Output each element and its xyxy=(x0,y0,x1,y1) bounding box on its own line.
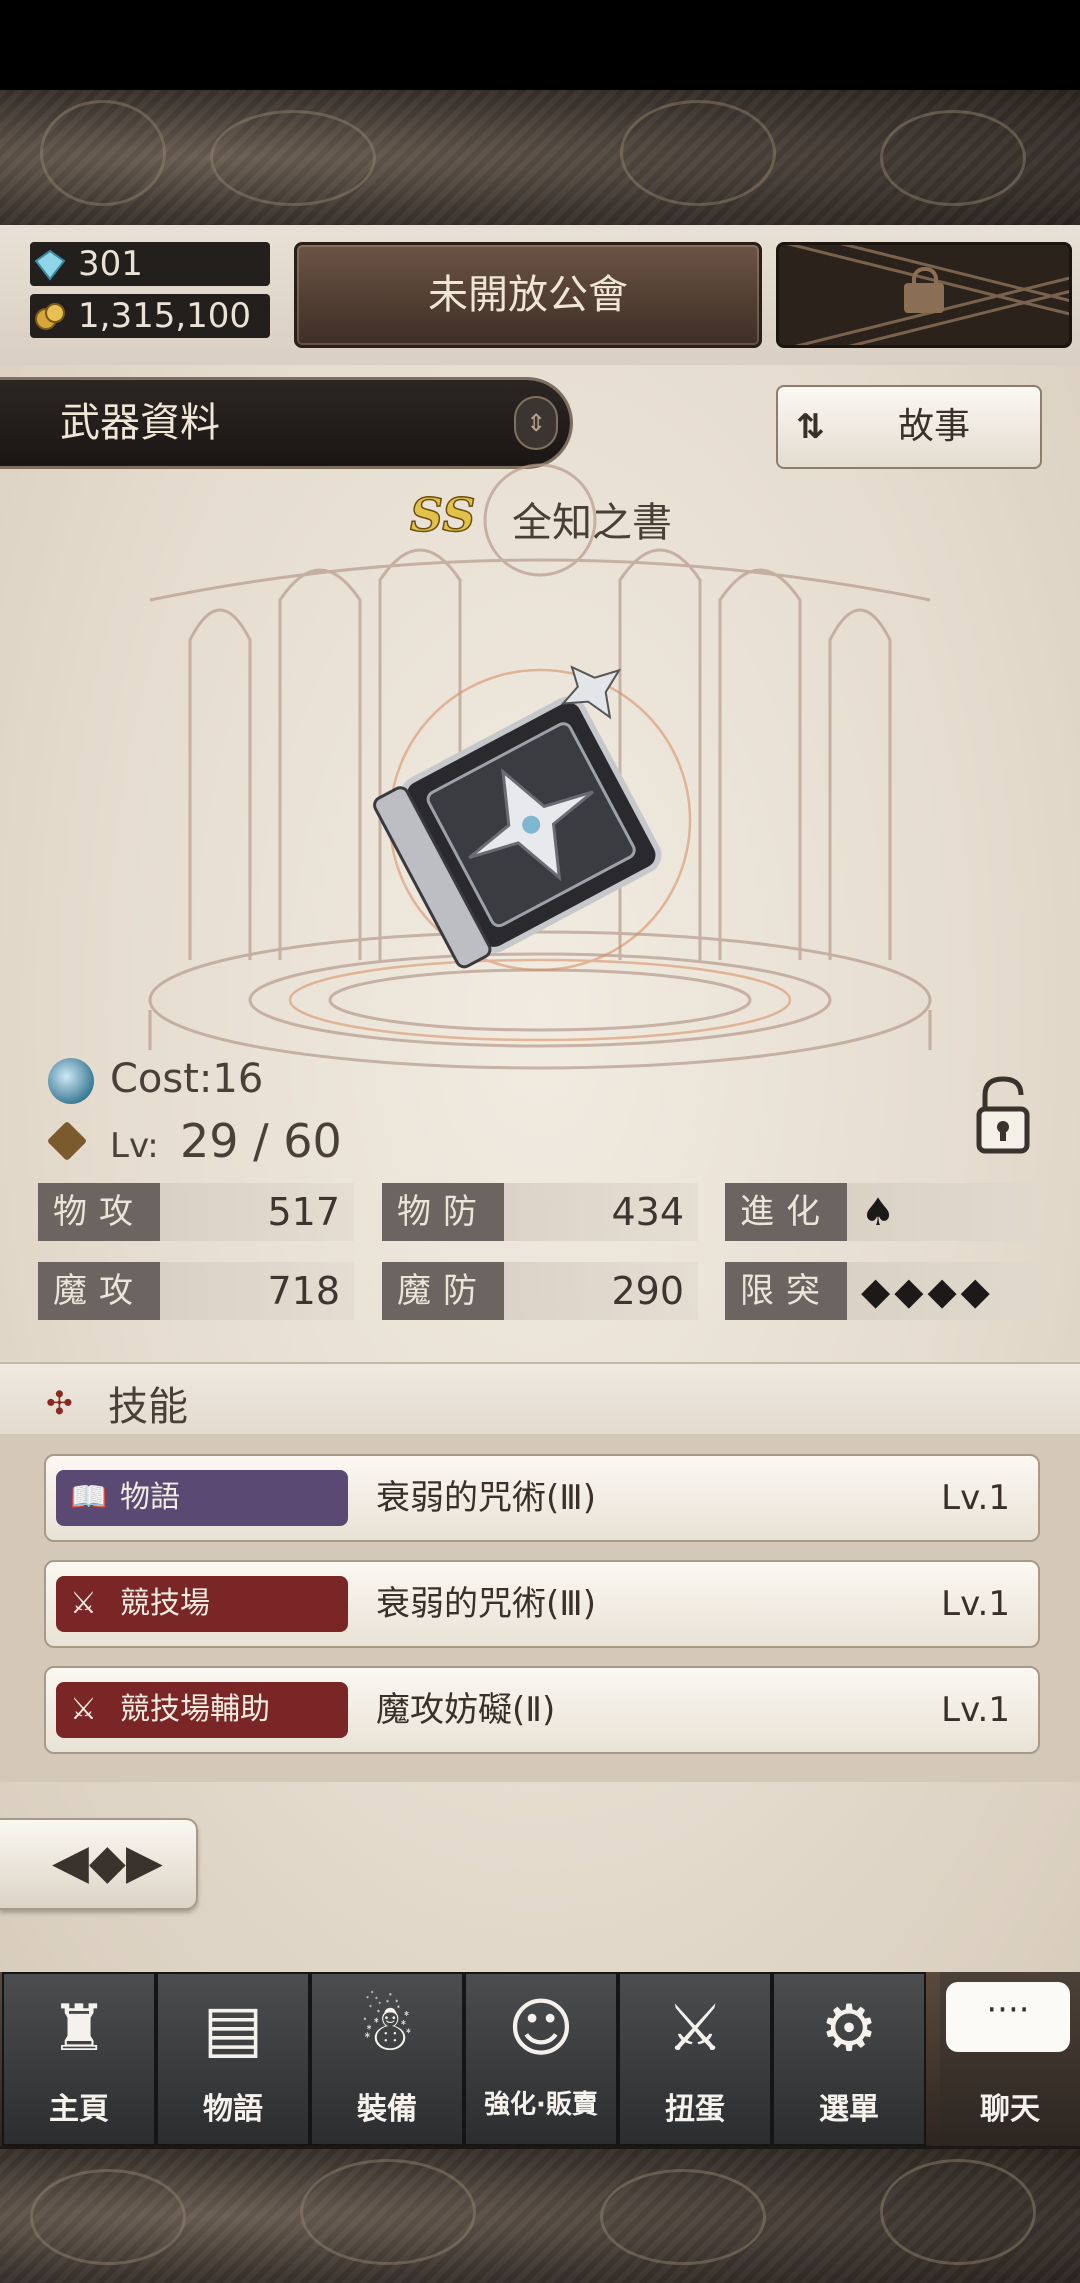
book-icon: 📖 xyxy=(70,1480,108,1515)
nav-menu[interactable]: ⚙ 選單 xyxy=(772,1972,926,2146)
sword-icon: ⚔ xyxy=(666,1992,724,2066)
stat-magic-defense: 魔防 290 xyxy=(382,1262,698,1320)
unlock-icon[interactable] xyxy=(975,1075,1031,1155)
skill-name: 衰弱的咒術(Ⅲ) xyxy=(376,1478,596,1518)
rank-badge: SS xyxy=(409,487,476,543)
top-ornament xyxy=(0,90,1080,228)
book-icon: ▤ xyxy=(202,1992,264,2066)
skill-level: Lv.1 xyxy=(941,1478,1010,1518)
lock-icon xyxy=(904,267,944,313)
skill-level: Lv.1 xyxy=(941,1584,1010,1624)
level-label: Lv: xyxy=(110,1126,159,1166)
nav-story[interactable]: ▤ 物語 xyxy=(156,1972,310,2146)
stat-physical-attack: 物攻 517 xyxy=(38,1183,354,1241)
coin-icon xyxy=(34,300,66,332)
stat-magic-attack: 魔攻 718 xyxy=(38,1262,354,1320)
stat-evolution: 進化 ♠ xyxy=(725,1183,1041,1241)
chat-button[interactable]: ···· 聊天 xyxy=(940,1972,1080,2146)
skill-cross-icon: ✣ xyxy=(46,1384,73,1422)
chat-bubble-icon: ···· xyxy=(946,1982,1070,2052)
cost-drop-icon xyxy=(48,1058,94,1104)
story-button[interactable]: ⇅ 故事 xyxy=(776,385,1042,469)
back-arrow-icon: ◀◆▶ xyxy=(52,1834,163,1890)
gear-icon: ⚙ xyxy=(820,1992,878,2066)
gem-icon xyxy=(34,248,66,281)
toggle-arrows-icon[interactable]: ⇕ xyxy=(516,398,556,448)
level-value: 29 / 60 xyxy=(180,1114,342,1168)
gem-counter: 301 xyxy=(30,242,270,286)
crossed-swords-icon: ⚔ xyxy=(70,1586,97,1621)
story-label: 故事 xyxy=(898,406,971,447)
skill-row[interactable]: 📖 物語 衰弱的咒術(Ⅲ) Lv.1 xyxy=(44,1454,1040,1542)
mask-icon: ☺ xyxy=(507,1992,575,2066)
castle-icon: ♜ xyxy=(50,1992,108,2066)
skill-row[interactable]: ⚔ 競技場輔助 魔攻妨礙(Ⅱ) Lv.1 xyxy=(44,1666,1040,1754)
limit-break-icon: ◆◆◆◆ xyxy=(861,1269,994,1313)
chat-label: 聊天 xyxy=(980,2092,1040,2127)
gem-count: 301 xyxy=(78,244,143,284)
nav-home[interactable]: ♜ 主頁 xyxy=(2,1972,156,2146)
skills-header: ✣ 技能 xyxy=(0,1362,1080,1436)
skill-tag: 📖 物語 xyxy=(56,1470,348,1526)
puppet-icon: ☃ xyxy=(358,1992,416,2066)
skill-name: 魔攻妨礙(Ⅱ) xyxy=(376,1690,556,1730)
back-button[interactable]: ◀◆▶ xyxy=(0,1818,198,1910)
gold-counter: 1,315,100 xyxy=(30,294,270,338)
nav-equipment[interactable]: ☃ 裝備 xyxy=(310,1972,464,2146)
crossed-swords-icon: ⚔ xyxy=(70,1692,97,1727)
swap-icon: ⇅ xyxy=(796,407,825,447)
stat-physical-defense: 物防 434 xyxy=(382,1183,698,1241)
skill-tag: ⚔ 競技場輔助 xyxy=(56,1682,348,1738)
skill-row[interactable]: ⚔ 競技場 衰弱的咒術(Ⅲ) Lv.1 xyxy=(44,1560,1040,1648)
weapon-name: 全知之書 xyxy=(512,500,672,546)
skill-level: Lv.1 xyxy=(941,1690,1010,1730)
guild-button[interactable]: 未開放公會 xyxy=(294,242,762,348)
locked-feature-button[interactable] xyxy=(776,242,1072,348)
skill-tag: ⚔ 競技場 xyxy=(56,1576,348,1632)
nav-gacha[interactable]: ⚔ 扭蛋 xyxy=(618,1972,772,2146)
section-selector[interactable]: 武器資料 ⇕ xyxy=(0,380,570,466)
skill-name: 衰弱的咒術(Ⅲ) xyxy=(376,1584,596,1624)
stat-limit-break: 限突 ◆◆◆◆ xyxy=(725,1262,1041,1320)
nav-enhance-sell[interactable]: ☺ 強化·販賣 xyxy=(464,1972,618,2146)
bottom-ornament xyxy=(0,2146,1080,2283)
skills-title: 技能 xyxy=(108,1384,188,1430)
section-title: 武器資料 xyxy=(60,400,220,446)
evolution-icon: ♠ xyxy=(861,1190,900,1234)
skills-list: 📖 物語 衰弱的咒術(Ⅲ) Lv.1 ⚔ 競技場 衰弱的咒術(Ⅲ) Lv.1 ⚔… xyxy=(0,1434,1080,1782)
cost-value: Cost:16 xyxy=(110,1056,264,1102)
gold-count: 1,315,100 xyxy=(78,296,252,336)
